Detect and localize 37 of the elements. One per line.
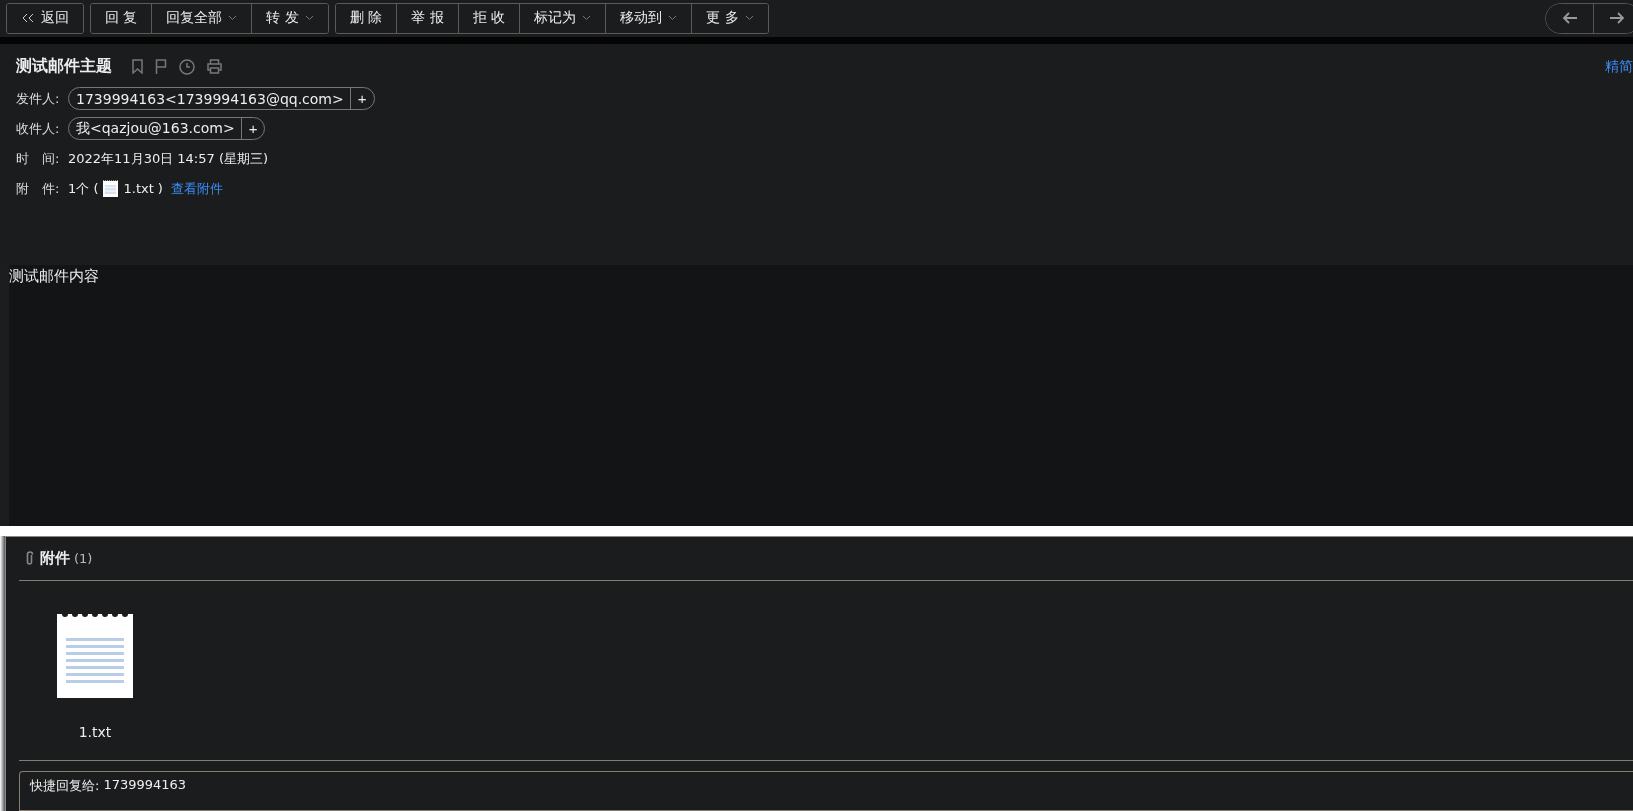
add-contact-button[interactable]: + [349, 88, 374, 109]
right-arrow-icon [1609, 12, 1625, 25]
attachments-title: 附件 [40, 549, 70, 568]
view-attachments-link[interactable]: 查看附件 [170, 179, 223, 198]
field-label: 发件人: [16, 89, 61, 108]
caret-icon [744, 15, 754, 22]
double-chevron-icon [21, 13, 35, 24]
printer-icon[interactable] [207, 59, 222, 74]
next-button[interactable] [1593, 3, 1633, 33]
email-subject: 测试邮件主题 [16, 56, 112, 77]
field-label: 收件人: [16, 119, 61, 138]
attachment-count: 1个 ( [68, 179, 99, 198]
caret-icon [228, 15, 238, 22]
caret-icon [582, 15, 592, 22]
file-name[interactable]: 1.txt [78, 724, 112, 740]
toolbar-button[interactable]: 转 发 [251, 3, 328, 33]
toolbar-button[interactable]: 更 多 [691, 3, 768, 33]
field-label: 附 件: [16, 179, 61, 198]
add-contact-button[interactable]: + [240, 118, 265, 139]
notepad-icon [57, 612, 133, 698]
bookmark-icon[interactable] [132, 59, 143, 74]
view-mode-link[interactable]: 精简 [1605, 57, 1633, 76]
quick-reply-field[interactable]: 快捷回复给: 1739994163 [19, 771, 1633, 811]
bracket: ) [157, 181, 163, 196]
caret-icon [304, 15, 314, 22]
left-arrow-icon [1561, 12, 1578, 25]
attachments-count: (1) [74, 551, 93, 566]
paperclip-icon [25, 551, 34, 566]
caret-icon [668, 15, 678, 22]
notepad-icon [103, 180, 119, 197]
clock-icon[interactable] [179, 58, 195, 75]
field-label: 时 间: [16, 149, 61, 168]
flag-icon[interactable] [155, 59, 167, 74]
attachment-name: 1.txt [123, 181, 154, 196]
back-button[interactable]: 返回 [7, 3, 83, 33]
email-body-text: 测试邮件内容 [9, 267, 99, 287]
field-value: 2022年11月30日 14:57 (星期三) [68, 149, 269, 168]
